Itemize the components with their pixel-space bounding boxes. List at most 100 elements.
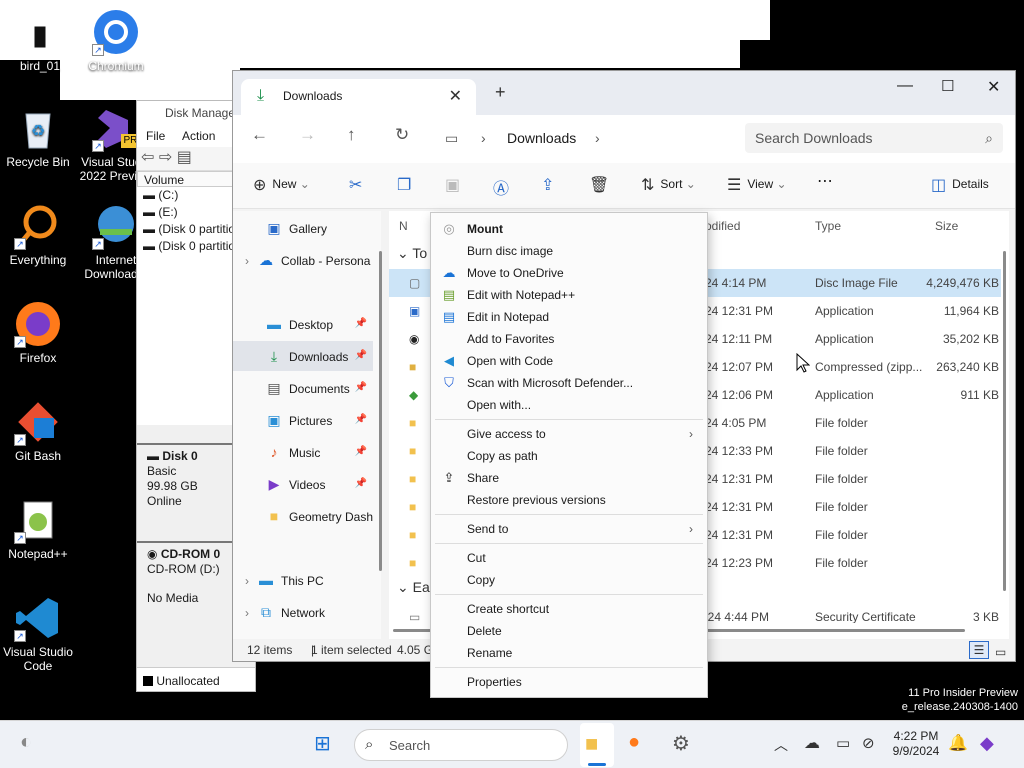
sort-button[interactable]: ⇅ Sort ⌄ [641, 175, 696, 195]
menu-item-add-to-favorites[interactable]: Add to Favorites [431, 328, 707, 350]
sidebar-item-documents[interactable]: ▤ Documents 📌 [233, 373, 373, 403]
sidebar-item-videos[interactable]: ▶ Videos 📌 [233, 469, 373, 499]
menu-item-edit-with-notepadpp[interactable]: ▤ Edit with Notepad++ [431, 284, 707, 306]
start-windows-icon[interactable]: ⊞ [314, 731, 331, 756]
menu-item-share[interactable]: ⇪ Share [431, 467, 707, 489]
close-tab-icon[interactable]: ✕ [449, 86, 462, 106]
new-button[interactable]: ⊕ New ⌄ [253, 175, 310, 195]
menu-item-delete[interactable]: Delete [431, 620, 707, 642]
menu-item-open-with-code[interactable]: ◀ Open with Code [431, 350, 707, 372]
back-arrow-icon[interactable]: ⇦ [141, 149, 154, 166]
tab-downloads[interactable]: ⤓ Downloads ✕ [241, 79, 476, 115]
new-tab-button[interactable]: + [495, 82, 506, 103]
paste-button[interactable]: ▣ [445, 175, 466, 195]
share-button[interactable]: ⇪ [541, 175, 560, 195]
pin-icon[interactable]: 📌 [355, 373, 367, 403]
column-header-modified[interactable]: odified [705, 219, 740, 233]
back-icon[interactable]: ← [251, 125, 268, 145]
sidebar-item-pictures[interactable]: ▣ Pictures 📌 [233, 405, 373, 435]
cut-button[interactable]: ✂ [349, 175, 368, 195]
tiles-view-icon[interactable]: ▭ [995, 641, 1006, 661]
widgets-icon[interactable]: ◐ [20, 731, 32, 754]
copy-button[interactable]: ❐ [397, 175, 417, 195]
menu-item-scan-with-defender[interactable]: ⛉ Scan with Microsoft Defender... [431, 372, 707, 394]
group-today[interactable]: ⌄ To [397, 245, 427, 262]
menu-item-properties[interactable]: Properties [431, 671, 707, 693]
volume-icon[interactable]: ⊘ [862, 734, 875, 752]
column-header-size[interactable]: Size [935, 219, 958, 233]
properties-icon[interactable]: ▤ [177, 149, 192, 166]
pin-icon[interactable]: 📌 [355, 437, 367, 467]
network-icon[interactable]: ▭ [836, 734, 850, 752]
menu-item-move-to-onedrive[interactable]: ☁ Move to OneDrive [431, 262, 707, 284]
gallery-icon: ▣ [267, 220, 281, 236]
desktop-icon-bird[interactable]: bird_01 [2, 8, 78, 73]
sidebar-item-downloads[interactable]: ⤓ Downloads 📌 [233, 341, 373, 371]
address-bar[interactable]: ▭ › Downloads › [437, 123, 737, 153]
taskbar-file-explorer[interactable]: ■ [580, 723, 614, 767]
menu-item-cut[interactable]: Cut [431, 547, 707, 569]
refresh-icon[interactable]: ↻ [395, 125, 409, 145]
menu-item-send-to[interactable]: Send to › [431, 518, 707, 540]
maximize-icon[interactable]: ☐ [941, 77, 954, 95]
pin-icon[interactable]: 📌 [355, 341, 367, 371]
sidebar-item-desktop[interactable]: ▬ Desktop 📌 [233, 309, 373, 339]
sidebar-item-network[interactable]: › ⧉ Network [233, 597, 373, 627]
clock[interactable]: 4:22 PM 9/9/2024 [886, 729, 946, 759]
sidebar-item-onedrive[interactable]: › ☁ Collab - Persona [233, 245, 373, 275]
pin-icon[interactable]: 📌 [355, 309, 367, 339]
forward-icon[interactable]: → [299, 125, 316, 145]
onedrive-tray-icon[interactable]: ☁ [804, 733, 820, 753]
sidebar-item-geometry-dash[interactable]: ■ Geometry Dash [233, 501, 373, 531]
breadcrumb-downloads[interactable]: Downloads [507, 123, 576, 153]
up-icon[interactable]: ↑ [347, 125, 356, 145]
delete-button[interactable]: 🗑 [589, 175, 615, 195]
chevron-up-icon[interactable]: ︿ [774, 735, 788, 755]
search-box[interactable]: Search Downloads ⌕ [745, 123, 1003, 153]
view-button[interactable]: ☰ View ⌄ [727, 175, 787, 195]
menu-item-edit-in-notepad[interactable]: ▤ Edit in Notepad [431, 306, 707, 328]
column-header-name[interactable]: N [399, 219, 408, 233]
taskbar-search-box[interactable]: ⌕ Search [354, 729, 568, 761]
close-window-icon[interactable]: ✕ [987, 77, 1000, 97]
desktop-icon-chromium[interactable]: ↗ Chromium [78, 8, 154, 73]
details-view-icon[interactable]: ☰ [969, 641, 989, 659]
desktop-icon-git-bash[interactable]: ↗ Git Bash [0, 398, 76, 463]
sidebar-item-music[interactable]: ♪ Music 📌 [233, 437, 373, 467]
vertical-scrollbar[interactable] [1003, 251, 1006, 591]
sidebar-item-gallery[interactable]: ▣ Gallery [233, 213, 373, 243]
chevron-right-icon: › [245, 606, 249, 620]
notification-bell-icon[interactable]: 🔔 [948, 733, 968, 753]
pin-icon[interactable]: 📌 [355, 405, 367, 435]
menu-item-mount[interactable]: ◎ Mount [431, 218, 707, 240]
minimize-icon[interactable]: — [897, 77, 913, 95]
more-options-button[interactable]: ⋯ [817, 171, 833, 191]
desktop-icon-notepadpp[interactable]: ↗ Notepad++ [0, 496, 76, 561]
menu-item-burn-disc-image[interactable]: Burn disc image [431, 240, 707, 262]
menu-item-create-shortcut[interactable]: Create shortcut [431, 598, 707, 620]
desktop-icon-everything[interactable]: ↗ Everything [0, 202, 76, 267]
menu-item-copy-as-path[interactable]: Copy as path [431, 445, 707, 467]
desktop-icon-recycle-bin[interactable]: ♻ Recycle Bin [0, 104, 76, 169]
sidebar-item-this-pc[interactable]: › ▬ This PC [233, 565, 373, 595]
desktop-icon-vscode[interactable]: ↗ Visual Studio Code [0, 594, 76, 673]
menu-item-give-access-to[interactable]: Give access to › [431, 423, 707, 445]
column-header-type[interactable]: Type [815, 219, 841, 233]
menu-item-rename[interactable]: Rename [431, 642, 707, 664]
rename-button[interactable]: Ⓐ [493, 175, 515, 199]
menu-item-open-with[interactable]: Open with... [431, 394, 707, 416]
app-taskbar-icon[interactable]: ⚙ [672, 731, 690, 756]
pin-icon[interactable]: 📌 [355, 469, 367, 499]
breadcrumb-chevron-icon[interactable]: › [595, 123, 600, 153]
menu-action[interactable]: Action [182, 129, 215, 143]
menu-item-copy[interactable]: Copy [431, 569, 707, 591]
copilot-icon[interactable]: ◆ [980, 733, 994, 754]
sidebar-scrollbar[interactable] [379, 251, 382, 571]
group-earlier[interactable]: ⌄ Ea [397, 579, 430, 596]
firefox-taskbar-icon[interactable]: ● [628, 731, 640, 754]
desktop-icon-firefox[interactable]: ↗ Firefox [0, 300, 76, 365]
forward-arrow-icon[interactable]: ⇨ [159, 149, 172, 166]
menu-file[interactable]: File [146, 129, 165, 143]
menu-item-restore-previous-versions[interactable]: Restore previous versions [431, 489, 707, 511]
details-button[interactable]: ◫ Details [931, 175, 989, 195]
